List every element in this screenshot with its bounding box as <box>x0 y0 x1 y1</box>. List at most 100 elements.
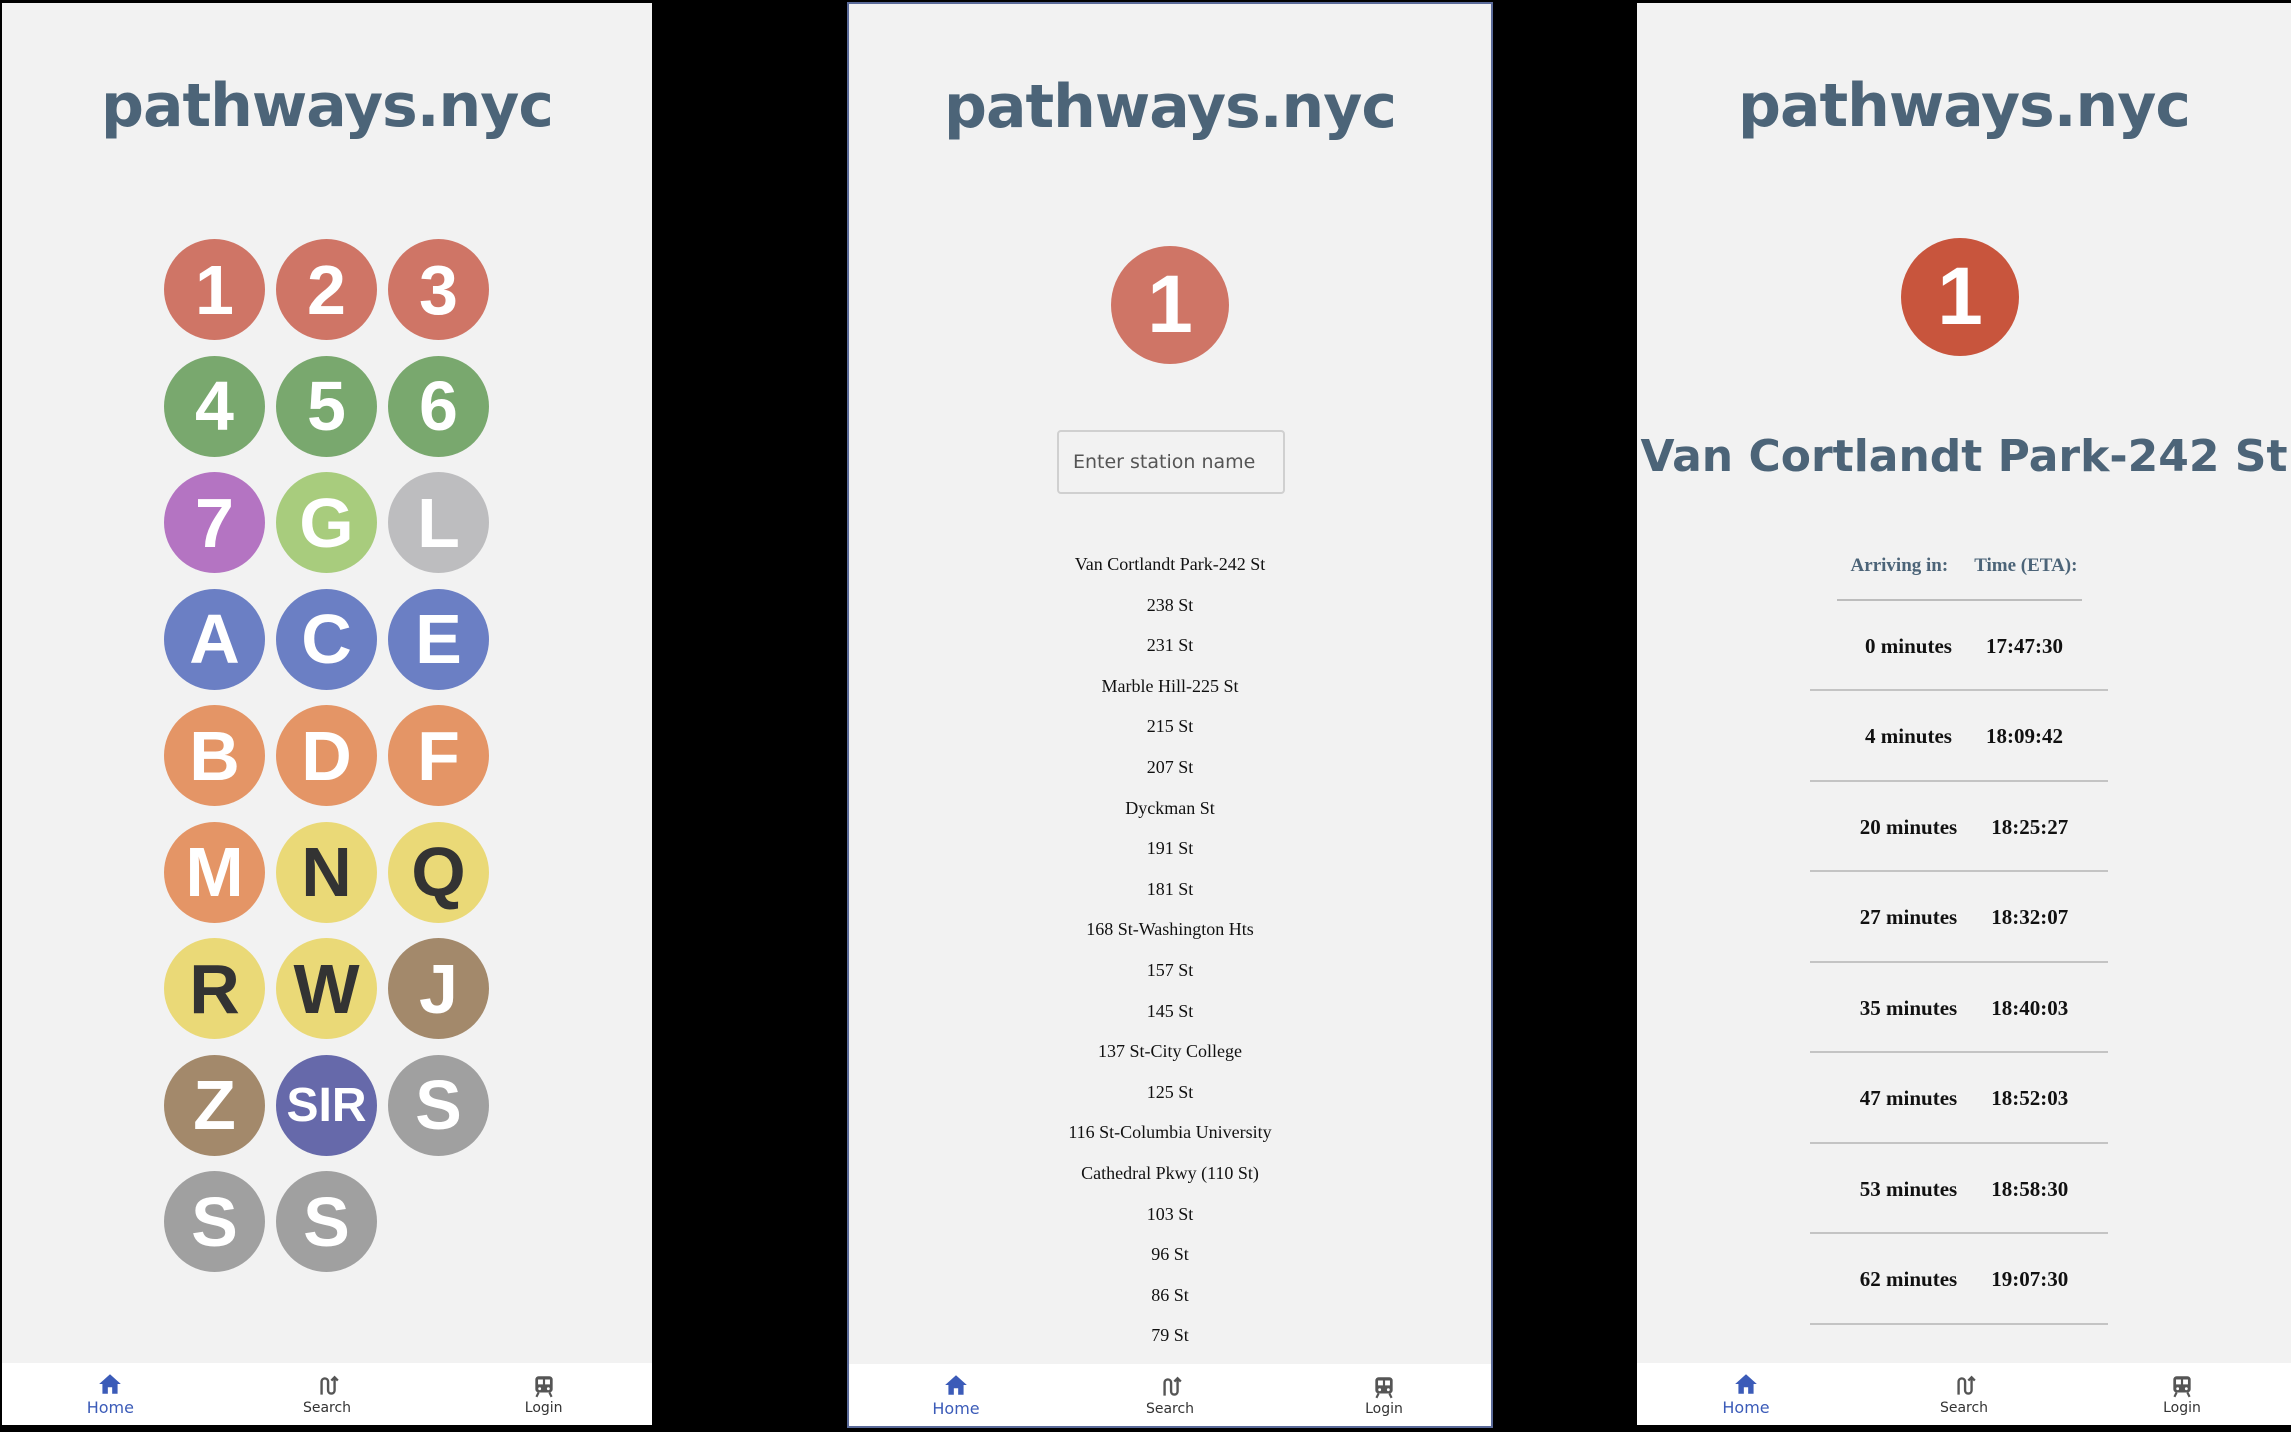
screen-station-list: pathways.nyc 1 Van Cortlandt Park-242 St… <box>847 2 1493 1428</box>
home-icon <box>1735 1374 1757 1394</box>
nav-home-label: Home <box>86 1398 134 1417</box>
station-item[interactable]: 125 St <box>849 1080 1491 1121</box>
train-icon <box>2173 1375 2191 1397</box>
arrival-eta: 18:09:42 <box>1985 724 2063 748</box>
arrival-row: 62 minutes 19:07:30 <box>1637 1235 2291 1325</box>
station-item[interactable]: 181 St <box>849 877 1491 918</box>
station-item[interactable]: 96 St <box>849 1242 1491 1283</box>
screen-arrivals: pathways.nyc 1 Van Cortlandt Park-242 St… <box>1637 3 2291 1425</box>
station-item[interactable]: 79 St <box>849 1323 1491 1364</box>
line-button-7[interactable]: 7 <box>164 472 265 573</box>
arrival-eta: 19:07:30 <box>1991 1267 2069 1291</box>
station-item[interactable]: Marble Hill-225 St <box>849 674 1491 715</box>
nav-search[interactable]: Search <box>219 1363 436 1425</box>
line-button-z[interactable]: Z <box>164 1054 265 1156</box>
line-button-r[interactable]: R <box>164 938 265 1039</box>
line-button-s[interactable]: S <box>388 1054 489 1156</box>
arrival-minutes: 35 minutes <box>1859 995 1958 1020</box>
line-button-6[interactable]: 6 <box>388 355 489 457</box>
station-item[interactable]: 191 St <box>849 836 1491 877</box>
line-button-b[interactable]: B <box>164 705 265 806</box>
line-button-3[interactable]: 3 <box>388 239 489 340</box>
line-button-2[interactable]: 2 <box>276 239 377 340</box>
home-icon <box>945 1375 967 1395</box>
bottom-nav: Home Search Login <box>1637 1363 2291 1425</box>
line-button-4[interactable]: 4 <box>164 355 265 457</box>
line-button-l[interactable]: L <box>388 472 489 573</box>
line-button-q[interactable]: Q <box>388 821 489 923</box>
arrival-row: 47 minutes 18:52:03 <box>1637 1054 2291 1144</box>
nav-login-label: Login <box>524 1399 563 1416</box>
arrival-eta: 18:32:07 <box>1991 905 2069 929</box>
arrival-minutes: 20 minutes <box>1859 814 1958 839</box>
nav-home[interactable]: Home <box>2 1363 219 1425</box>
station-item[interactable]: 86 St <box>849 1283 1491 1324</box>
line-button-c[interactable]: C <box>276 588 377 690</box>
nav-search-label: Search <box>1939 1399 1989 1416</box>
line-button-1[interactable]: 1 <box>164 239 265 340</box>
station-item[interactable]: 231 St <box>849 633 1491 674</box>
station-item[interactable]: 238 St <box>849 593 1491 634</box>
nav-search-label: Search <box>1145 1400 1195 1417</box>
line-badge: 1 <box>1901 238 2019 356</box>
line-button-w[interactable]: W <box>276 938 377 1039</box>
home-icon <box>99 1374 122 1394</box>
line-button-g[interactable]: G <box>276 472 377 573</box>
station-item[interactable]: 103 St <box>849 1202 1491 1243</box>
station-item[interactable]: 157 St <box>849 958 1491 999</box>
nav-search[interactable]: Search <box>1855 1363 2073 1425</box>
line-button-sir[interactable]: SIR <box>276 1054 377 1156</box>
line-button-m[interactable]: M <box>164 821 265 923</box>
line-badge-label: 1 <box>1937 251 1983 342</box>
arrival-minutes: 62 minutes <box>1859 1267 1958 1291</box>
arrival-eta: 18:52:03 <box>1991 1086 2069 1110</box>
station-item[interactable]: 137 St-City College <box>849 1039 1491 1080</box>
line-button-n[interactable]: N <box>276 821 377 923</box>
line-button-d[interactable]: D <box>276 705 377 806</box>
line-badge: 1 <box>1111 246 1229 364</box>
arrival-minutes: 27 minutes <box>1859 905 1958 929</box>
station-item[interactable]: 145 St <box>849 999 1491 1040</box>
nav-login[interactable]: Login <box>435 1363 652 1425</box>
line-button-s[interactable]: S <box>276 1171 377 1272</box>
arrival-row: 4 minutes 18:09:42 <box>1637 692 2291 782</box>
line-button-f[interactable]: F <box>388 705 489 806</box>
nav-login[interactable]: Login <box>1277 1364 1491 1426</box>
nav-home[interactable]: Home <box>1637 1363 1855 1425</box>
arrival-minutes: 4 minutes <box>1865 724 1952 748</box>
arrival-eta: 17:47:30 <box>1985 633 2063 658</box>
line-button-a[interactable]: A <box>164 588 265 690</box>
header-arriving: Arriving in: <box>1850 555 1949 576</box>
line-button-e[interactable]: E <box>388 588 489 690</box>
row-divider <box>1810 1322 2108 1325</box>
arrival-eta: 18:40:03 <box>1991 995 2069 1020</box>
station-item[interactable]: Dyckman St <box>849 796 1491 837</box>
arrival-row: 0 minutes 17:47:30 <box>1637 601 2291 691</box>
nav-search[interactable]: Search <box>1063 1364 1277 1426</box>
arrivals-header: Arriving in: Time (ETA): <box>1637 555 2291 577</box>
route-icon <box>1957 1375 1976 1395</box>
station-item[interactable]: 168 St-Washington Hts <box>849 917 1491 958</box>
header-eta: Time (ETA): <box>1974 555 2078 576</box>
line-button-5[interactable]: 5 <box>276 355 377 457</box>
nav-home-label: Home <box>1722 1398 1770 1417</box>
line-button-s[interactable]: S <box>164 1171 265 1272</box>
app-title: pathways.nyc <box>944 72 1397 142</box>
arrival-row: 35 minutes 18:40:03 <box>1637 963 2291 1053</box>
bottom-nav: Home Search Login <box>849 1364 1491 1426</box>
app-title: pathways.nyc <box>101 71 554 141</box>
arrival-row: 53 minutes 18:58:30 <box>1637 1144 2291 1234</box>
nav-home[interactable]: Home <box>849 1364 1063 1426</box>
station-item[interactable]: 207 St <box>849 755 1491 796</box>
nav-login[interactable]: Login <box>2073 1363 2291 1425</box>
route-icon <box>320 1375 339 1395</box>
nav-login-label: Login <box>1365 1400 1403 1417</box>
station-item[interactable]: Van Cortlandt Park-242 St <box>849 552 1491 593</box>
station-item[interactable]: Cathedral Pkwy (110 St) <box>849 1161 1491 1202</box>
line-button-j[interactable]: J <box>388 938 489 1039</box>
arrival-minutes: 0 minutes <box>1865 633 1952 658</box>
station-search-input[interactable] <box>1057 430 1285 494</box>
station-item[interactable]: 116 St-Columbia University <box>849 1120 1491 1161</box>
station-item[interactable]: 215 St <box>849 714 1491 755</box>
app-title: pathways.nyc <box>1738 71 2191 141</box>
